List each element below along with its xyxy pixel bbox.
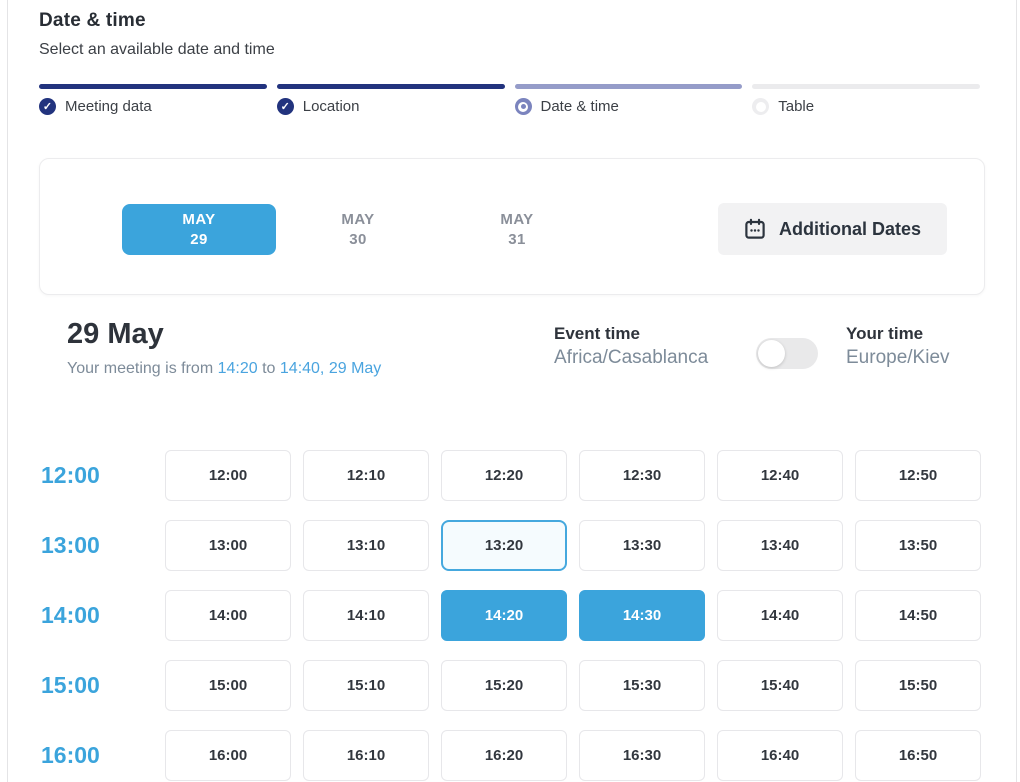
event-time-block: Event time Africa/Casablanca (554, 324, 708, 369)
hour-label: 15:00 (39, 660, 153, 711)
tab-month-label: MAY (500, 211, 533, 228)
step-progress-bar (277, 84, 505, 89)
time-slot-13-40[interactable]: 13:40 (717, 520, 843, 571)
meeting-summary: Your meeting is from 14:20 to 14:40, 29 … (67, 360, 381, 378)
meeting-start-time: 14:20 (218, 360, 258, 377)
date-tab-may-30[interactable]: MAY 30 (281, 204, 435, 255)
meeting-to-word: to (262, 360, 275, 377)
tab-month-label: MAY (341, 211, 374, 228)
time-slot-16-10[interactable]: 16:10 (303, 730, 429, 781)
time-slot-13-10[interactable]: 13:10 (303, 520, 429, 571)
timezone-toggle[interactable] (756, 338, 818, 369)
time-slot-14-10[interactable]: 14:10 (303, 590, 429, 641)
check-circle-icon (39, 98, 56, 115)
radio-icon (515, 98, 532, 115)
time-slot-13-50[interactable]: 13:50 (855, 520, 981, 571)
check-circle-icon (277, 98, 294, 115)
tab-day-label: 30 (349, 231, 367, 248)
selected-date-heading: 29 May (67, 318, 164, 351)
toggle-knob (758, 340, 785, 367)
time-slot-13-30[interactable]: 13:30 (579, 520, 705, 571)
tab-day-label: 31 (508, 231, 526, 248)
time-slot-14-50[interactable]: 14:50 (855, 590, 981, 641)
date-card: MAY 29 MAY 30 MAY 31 Additional Dates (39, 158, 985, 295)
time-row-15-00: 15:0015:0015:1015:2015:3015:4015:50 (39, 660, 981, 711)
step-label: Location (303, 98, 360, 115)
time-grid: 12:0012:0012:1012:2012:3012:4012:5013:00… (39, 450, 981, 781)
hour-label: 14:00 (39, 590, 153, 641)
time-slot-15-30[interactable]: 15:30 (579, 660, 705, 711)
step-label: Meeting data (65, 98, 152, 115)
time-row-13-00: 13:0013:0013:1013:2013:3013:4013:50 (39, 520, 981, 571)
stepper-step-date-time[interactable]: Date & time (515, 84, 743, 115)
time-slot-16-50[interactable]: 16:50 (855, 730, 981, 781)
time-slot-14-40[interactable]: 14:40 (717, 590, 843, 641)
time-slot-15-10[interactable]: 15:10 (303, 660, 429, 711)
time-slot-12-20[interactable]: 12:20 (441, 450, 567, 501)
date-time-panel: Date & time Select an available date and… (7, 0, 1017, 782)
step-progress-bar (515, 84, 743, 89)
step-label-row: Date & time (515, 98, 743, 115)
tab-month-label: MAY (182, 211, 215, 228)
additional-dates-button[interactable]: Additional Dates (718, 203, 947, 255)
meeting-end-time: 14:40, 29 May (280, 360, 381, 377)
time-slot-15-00[interactable]: 15:00 (165, 660, 291, 711)
time-slot-15-20[interactable]: 15:20 (441, 660, 567, 711)
time-slot-13-00[interactable]: 13:00 (165, 520, 291, 571)
page-subtitle: Select an available date and time (39, 41, 275, 59)
stepper: Meeting data Location Date & time Table (39, 84, 980, 115)
time-row-16-00: 16:0016:0016:1016:2016:3016:4016:50 (39, 730, 981, 781)
step-progress-bar (39, 84, 267, 89)
tab-day-label: 29 (190, 231, 208, 248)
time-slot-12-00[interactable]: 12:00 (165, 450, 291, 501)
step-label-row: Meeting data (39, 98, 267, 115)
time-row-12-00: 12:0012:0012:1012:2012:3012:4012:50 (39, 450, 981, 501)
step-label: Date & time (541, 98, 619, 115)
your-time-block: Your time Europe/Kiev (846, 324, 950, 369)
radio-icon (752, 98, 769, 115)
hour-label: 12:00 (39, 450, 153, 501)
stepper-step-location[interactable]: Location (277, 84, 505, 115)
meeting-prefix: Your meeting is from (67, 360, 213, 377)
hour-label: 13:00 (39, 520, 153, 571)
date-tab-may-31[interactable]: MAY 31 (440, 204, 594, 255)
stepper-step-table[interactable]: Table (752, 84, 980, 115)
step-label: Table (778, 98, 814, 115)
time-slot-16-40[interactable]: 16:40 (717, 730, 843, 781)
time-slot-14-30[interactable]: 14:30 (579, 590, 705, 641)
time-slot-14-00[interactable]: 14:00 (165, 590, 291, 641)
event-time-label: Event time (554, 324, 708, 344)
summary-section: 29 May Your meeting is from 14:20 to 14:… (39, 318, 986, 403)
step-progress-bar (752, 84, 980, 89)
time-slot-15-40[interactable]: 15:40 (717, 660, 843, 711)
time-slot-13-20[interactable]: 13:20 (441, 520, 567, 571)
calendar-icon (744, 218, 766, 240)
time-slot-12-30[interactable]: 12:30 (579, 450, 705, 501)
time-slot-12-10[interactable]: 12:10 (303, 450, 429, 501)
page-title: Date & time (39, 10, 275, 32)
time-slot-12-40[interactable]: 12:40 (717, 450, 843, 501)
time-slot-16-30[interactable]: 16:30 (579, 730, 705, 781)
time-slot-14-20[interactable]: 14:20 (441, 590, 567, 641)
time-slot-16-00[interactable]: 16:00 (165, 730, 291, 781)
additional-dates-label: Additional Dates (779, 219, 921, 240)
time-slot-12-50[interactable]: 12:50 (855, 450, 981, 501)
date-tabs: MAY 29 MAY 30 MAY 31 (122, 204, 594, 255)
your-timezone-value: Europe/Kiev (846, 347, 950, 369)
date-tab-may-29[interactable]: MAY 29 (122, 204, 276, 255)
step-label-row: Table (752, 98, 980, 115)
step-label-row: Location (277, 98, 505, 115)
hour-label: 16:00 (39, 730, 153, 781)
stepper-step-meeting-data[interactable]: Meeting data (39, 84, 267, 115)
event-timezone-value: Africa/Casablanca (554, 347, 708, 369)
time-slot-15-50[interactable]: 15:50 (855, 660, 981, 711)
time-slot-16-20[interactable]: 16:20 (441, 730, 567, 781)
time-row-14-00: 14:0014:0014:1014:2014:3014:4014:50 (39, 590, 981, 641)
page-header: Date & time Select an available date and… (39, 10, 275, 59)
your-time-label: Your time (846, 324, 950, 344)
